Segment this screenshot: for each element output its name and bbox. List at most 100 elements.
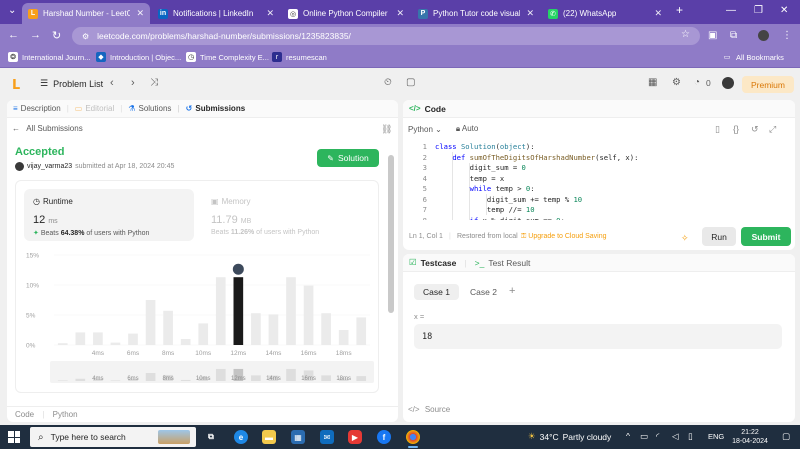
layout-grid-icon[interactable]: ▦ bbox=[648, 77, 657, 88]
chart-bar[interactable] bbox=[75, 332, 86, 345]
left-scrollbar-thumb[interactable] bbox=[388, 155, 394, 313]
code-editor[interactable]: 1 class Solution(object): 2 def sumOfTheDi… bbox=[403, 142, 795, 220]
chart-bar[interactable] bbox=[356, 317, 367, 345]
restore-icon[interactable]: ❐ bbox=[754, 5, 763, 16]
variable-input[interactable]: 18 bbox=[414, 324, 782, 349]
facebook-icon[interactable]: f bbox=[377, 430, 391, 444]
chart-bar[interactable] bbox=[215, 277, 226, 345]
forward-icon[interactable]: → bbox=[30, 29, 41, 41]
solution-button[interactable]: ✎ Solution bbox=[317, 149, 379, 167]
add-case-icon[interactable]: + bbox=[509, 285, 515, 297]
browser-tab-3[interactable]: ◎ Online Python Compiler - c ✕ bbox=[282, 3, 410, 24]
file-explorer-icon[interactable]: ▬ bbox=[262, 430, 276, 444]
windows-start-icon[interactable] bbox=[8, 431, 20, 443]
case-2-button[interactable]: Case 2 bbox=[461, 284, 506, 300]
edge-icon[interactable]: e bbox=[234, 430, 248, 444]
taskbar-clock[interactable]: 21:22 18-04-2024 bbox=[730, 428, 770, 446]
chart-bar[interactable] bbox=[163, 310, 173, 345]
bookmark-icon[interactable]: ▯ bbox=[715, 124, 720, 135]
store-icon[interactable]: ▦ bbox=[291, 430, 305, 444]
user-avatar[interactable] bbox=[722, 77, 734, 89]
chart-bar-highlight[interactable] bbox=[233, 277, 244, 345]
share-link-icon[interactable]: ⛓ bbox=[381, 124, 392, 135]
tab-close-icon[interactable]: ✕ bbox=[396, 8, 404, 19]
tab-close-icon[interactable]: ✕ bbox=[136, 8, 144, 19]
submitter-username[interactable]: vijay_varma23 bbox=[27, 163, 72, 170]
tab-close-icon[interactable]: ✕ bbox=[266, 8, 274, 19]
source-link[interactable]: </> Source bbox=[408, 405, 450, 414]
tab-close-icon[interactable]: ✕ bbox=[654, 8, 662, 19]
task-view-icon[interactable]: ⧉ bbox=[204, 430, 218, 444]
close-window-icon[interactable]: ✕ bbox=[780, 5, 788, 16]
site-info-icon[interactable]: ⚙ bbox=[82, 32, 89, 41]
all-submissions-link[interactable]: ← All Submissions bbox=[12, 124, 83, 133]
case-1-button[interactable]: Case 1 bbox=[414, 284, 459, 300]
chart-bar[interactable] bbox=[303, 285, 314, 345]
tab-submissions[interactable]: | ↺ Submissions bbox=[177, 104, 245, 113]
extensions-puzzle-icon[interactable]: ⧉ bbox=[730, 30, 737, 41]
notes-icon[interactable]: ▢ bbox=[406, 77, 415, 88]
prev-problem-icon[interactable]: ‹ bbox=[110, 77, 114, 89]
chart-bar[interactable] bbox=[57, 343, 68, 345]
url-input[interactable]: ⚙ leetcode.com/problems/harshad-number/s… bbox=[72, 27, 700, 45]
chart-bar[interactable] bbox=[286, 277, 296, 345]
back-icon[interactable]: ← bbox=[8, 29, 19, 41]
upgrade-link[interactable]: ⚿ Upgrade to Cloud Saving bbox=[521, 233, 607, 241]
browser-tab-4[interactable]: P Python Tutor code visualiz ✕ bbox=[412, 3, 540, 24]
chrome-icon[interactable] bbox=[406, 430, 420, 448]
auto-mode[interactable]: 🔒︎ Auto bbox=[456, 124, 479, 134]
wifi-icon[interactable]: ◜ bbox=[656, 431, 659, 442]
fullscreen-icon[interactable]: ⤢ bbox=[769, 124, 776, 135]
chart-bar[interactable] bbox=[198, 323, 209, 345]
run-button[interactable]: Run bbox=[702, 227, 736, 246]
chart-bar[interactable] bbox=[110, 342, 121, 345]
premium-button[interactable]: Premium bbox=[742, 76, 794, 93]
chart-bar[interactable] bbox=[128, 333, 138, 345]
chart-bar[interactable] bbox=[321, 313, 331, 345]
chart-bar[interactable] bbox=[338, 330, 349, 345]
leetcode-logo-icon[interactable]: ᒪ bbox=[12, 77, 24, 92]
mail-icon[interactable]: ✉ bbox=[320, 430, 334, 444]
runtime-card[interactable]: ◷ Runtime 12 ms ✦ Beats 64.38% of users … bbox=[24, 189, 194, 241]
reload-icon[interactable]: ↻ bbox=[52, 29, 61, 42]
browser-tab-5[interactable]: ✆ (22) WhatsApp ✕ bbox=[542, 3, 668, 24]
shuffle-icon[interactable]: ⤨ bbox=[150, 77, 158, 88]
tab-solutions[interactable]: | ⚗ Solutions bbox=[120, 104, 171, 113]
extension-icon[interactable]: ▣ bbox=[708, 30, 717, 41]
network-icon[interactable]: ▭ bbox=[640, 431, 648, 442]
profile-avatar[interactable] bbox=[758, 30, 769, 41]
chart-bar[interactable] bbox=[145, 300, 156, 345]
reset-icon[interactable]: ↺ bbox=[751, 124, 759, 135]
tab-testcase[interactable]: ☑ Testcase bbox=[409, 257, 456, 268]
bookmark-item[interactable]: ◆ Introduction | Objec... bbox=[96, 52, 181, 62]
all-bookmarks-button[interactable]: ▭ All Bookmarks bbox=[722, 52, 784, 62]
browser-tab-1[interactable]: L Harshad Number - LeetCo ✕ bbox=[22, 3, 150, 24]
tab-close-icon[interactable]: ✕ bbox=[526, 8, 534, 19]
chart-bar[interactable] bbox=[268, 314, 279, 345]
timer-icon[interactable]: ⏲ bbox=[384, 77, 392, 88]
weather-widget[interactable]: ☀ 34°C Partly cloudy bbox=[528, 431, 611, 442]
tab-search-icon[interactable]: ⌄ bbox=[8, 5, 16, 16]
submit-button[interactable]: Submit bbox=[741, 227, 791, 246]
bookmark-item[interactable]: ❂ International Journ... bbox=[8, 52, 90, 62]
tray-chevron-icon[interactable]: ^ bbox=[626, 431, 630, 441]
notifications-icon[interactable]: ▢ bbox=[782, 431, 790, 442]
battery-icon[interactable]: ▯ bbox=[688, 431, 693, 442]
tab-editorial[interactable]: | ▭ Editorial bbox=[67, 104, 115, 113]
taskbar-search-input[interactable]: ⌕ Type here to search bbox=[30, 427, 196, 447]
next-problem-icon[interactable]: › bbox=[131, 77, 135, 89]
tab-description[interactable]: ≡ Description bbox=[13, 104, 61, 113]
bookmark-item[interactable]: r resumescan bbox=[272, 52, 327, 62]
minimize-icon[interactable]: — bbox=[726, 5, 736, 16]
language-indicator[interactable]: ENG bbox=[708, 432, 724, 441]
bookmark-item[interactable]: ◷ Time Complexity E... bbox=[186, 52, 269, 62]
youtube-icon[interactable]: ▶ bbox=[348, 430, 362, 444]
left-scrollbar[interactable] bbox=[388, 139, 394, 419]
browser-tab-2[interactable]: in Notifications | LinkedIn ✕ bbox=[152, 3, 280, 24]
volume-icon[interactable]: ◁ bbox=[672, 431, 679, 442]
memory-card[interactable]: ▣ Memory 11.79 MB Beats 11.26% of users … bbox=[202, 189, 372, 241]
format-braces-icon[interactable]: {} bbox=[733, 124, 739, 134]
settings-gear-icon[interactable]: ⚙ bbox=[672, 77, 681, 88]
new-tab-button[interactable]: + bbox=[676, 3, 683, 17]
menu-kebab-icon[interactable]: ⋮ bbox=[782, 30, 792, 41]
